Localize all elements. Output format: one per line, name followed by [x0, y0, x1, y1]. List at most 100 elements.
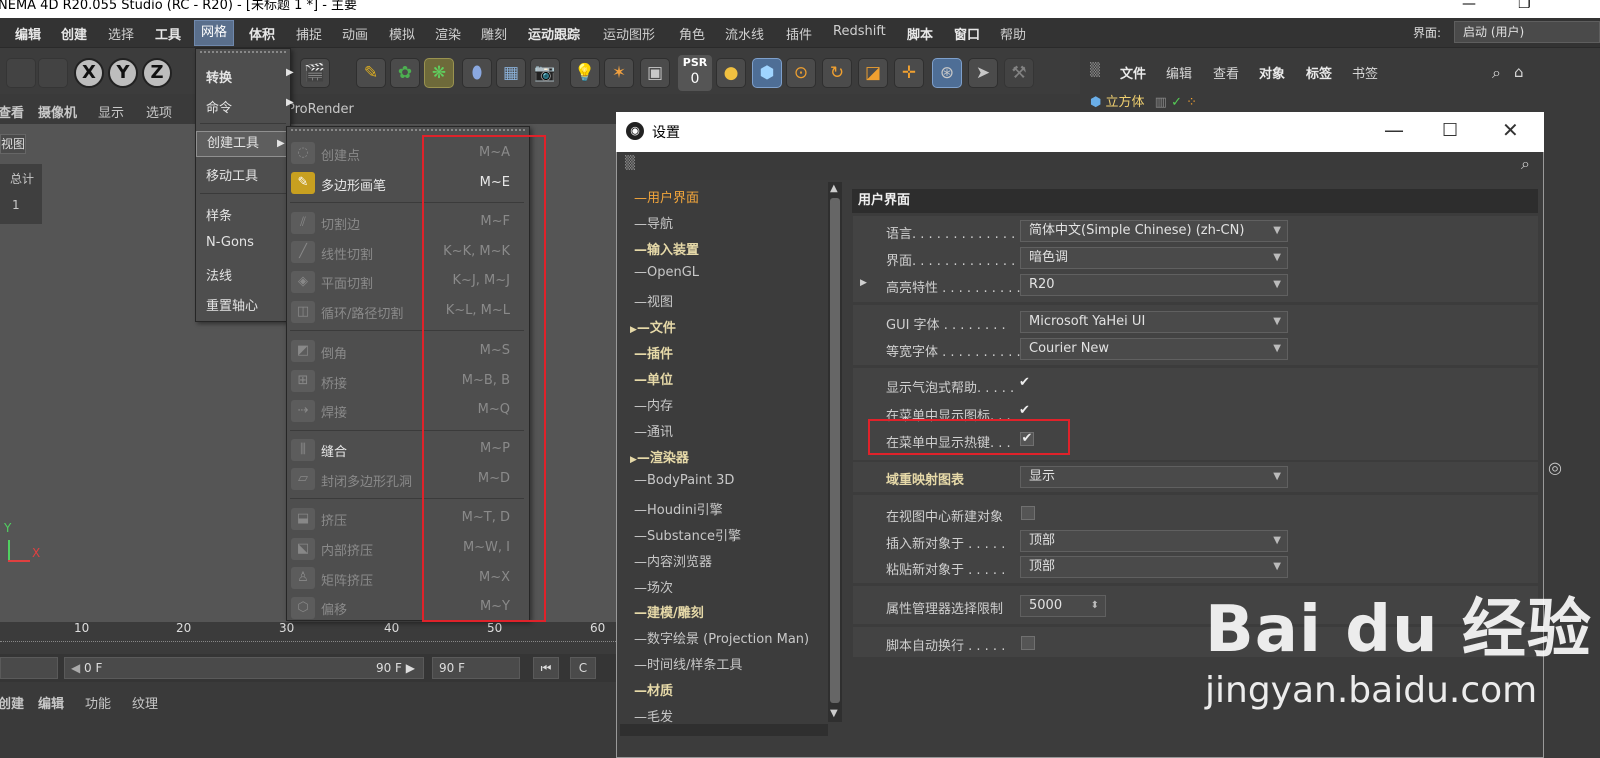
om-menu-edit[interactable]: 编辑: [1166, 63, 1192, 82]
mesh-item-create-tools[interactable]: 创建工具 ▶: [196, 131, 290, 157]
mat-menu-edit[interactable]: 编辑: [38, 693, 64, 712]
frame-range-slider[interactable]: ◀ 0 F 90 F ▶: [64, 657, 424, 679]
undo-button[interactable]: [6, 58, 36, 88]
gui-font-select[interactable]: Microsoft YaHei UI ▼: [1020, 311, 1288, 333]
menu-render[interactable]: 渲染: [435, 24, 461, 43]
enabled-check-icon[interactable]: ✓: [1171, 95, 1182, 110]
light-icon[interactable]: 💡: [570, 58, 600, 88]
y-axis-lock-button[interactable]: Y: [108, 58, 138, 88]
vp-menu-view[interactable]: 查看: [0, 102, 24, 121]
minimize-button[interactable]: —: [1462, 0, 1476, 12]
menu-simulate[interactable]: 模拟: [389, 24, 415, 43]
camera-icon[interactable]: 📷: [530, 58, 560, 88]
tree-scrollbar-thumb[interactable]: [830, 198, 840, 703]
world-axis-icon[interactable]: ●: [716, 58, 746, 88]
tree-item-timeline-spline[interactable]: —时间线/样条工具: [634, 654, 742, 673]
vp-menu-display[interactable]: 显示: [98, 102, 124, 121]
om-menu-tag[interactable]: 标签: [1306, 63, 1332, 82]
vp-menu-prorender[interactable]: ProRender: [287, 102, 354, 117]
menu-icons-checkbox[interactable]: ✔: [1019, 403, 1030, 418]
menu-snap[interactable]: 捕捉: [296, 24, 322, 43]
tree-item-content-browser[interactable]: —内容浏览器: [634, 551, 712, 570]
picture-viewer-icon[interactable]: ▣: [640, 58, 670, 88]
layout-select[interactable]: 启动 (用户): [1454, 21, 1600, 43]
dialog-maximize-button[interactable]: ☐: [1442, 120, 1458, 141]
color-chart-select[interactable]: 显示 ▼: [1020, 466, 1288, 488]
search-icon[interactable]: ⌕: [1492, 63, 1501, 83]
menu-window[interactable]: 窗口: [954, 24, 980, 43]
mograph-icon[interactable]: ❋: [424, 58, 454, 88]
menu-help[interactable]: 帮助: [1000, 24, 1026, 43]
go-to-start-button[interactable]: ⏮: [533, 657, 559, 679]
mono-font-select[interactable]: Courier New ▼: [1020, 338, 1288, 360]
om-menu-view[interactable]: 查看: [1213, 63, 1239, 82]
home-icon[interactable]: ⌂: [1514, 63, 1524, 81]
tree-item-files[interactable]: ▶—文件: [630, 317, 676, 336]
workplane-icon[interactable]: ⚒: [1004, 58, 1034, 88]
psr-button[interactable]: PSR 0: [678, 55, 712, 91]
tree-item-modeling-sculpt[interactable]: —建模/雕刻: [634, 602, 704, 621]
tool-create-point[interactable]: 创建点: [321, 145, 360, 164]
mesh-item-spline[interactable]: 样条▶: [206, 205, 294, 224]
end-frame-field[interactable]: 90 F: [432, 657, 520, 679]
tool-extrude-inner[interactable]: 内部挤压: [321, 540, 373, 559]
mat-menu-create[interactable]: 创建: [0, 693, 24, 712]
tool-plane-cut[interactable]: 平面切割: [321, 273, 373, 292]
mesh-item-ngons[interactable]: N-Gons▶: [206, 235, 294, 250]
dialog-close-button[interactable]: ✕: [1502, 118, 1519, 142]
loop-button[interactable]: C: [570, 657, 596, 679]
tree-item-communication[interactable]: —通讯: [634, 421, 673, 440]
model-mode-icon[interactable]: ⬢: [752, 58, 782, 88]
rotate-icon[interactable]: ↻: [822, 58, 852, 88]
vp-menu-options[interactable]: 选项: [146, 102, 172, 121]
tool-polygon-pen[interactable]: 多边形画笔: [321, 175, 386, 194]
tag-icon[interactable]: ⁘: [1186, 95, 1197, 110]
tree-item-viewport[interactable]: —视图: [634, 291, 673, 310]
tool-line-cut[interactable]: 线性切割: [321, 244, 373, 263]
dialog-minimize-button[interactable]: —: [1384, 118, 1404, 142]
tree-item-houdini[interactable]: —Houdini引擎: [634, 499, 723, 518]
restore-button[interactable]: ❐: [1518, 0, 1531, 12]
z-axis-lock-button[interactable]: Z: [142, 58, 172, 88]
render-settings-icon[interactable]: 🎬: [300, 58, 330, 88]
scroll-down-icon[interactable]: ▼: [830, 708, 838, 719]
tree-horizontal-scrollbar[interactable]: [620, 724, 828, 736]
target-icon[interactable]: ◎: [1548, 458, 1562, 477]
mat-menu-texture[interactable]: 纹理: [132, 693, 158, 712]
menu-character[interactable]: 角色: [679, 24, 705, 43]
script-wrap-checkbox[interactable]: [1021, 636, 1035, 650]
tool-extrude[interactable]: 挤压: [321, 510, 347, 529]
menu-plugins[interactable]: 插件: [786, 24, 812, 43]
tool-bridge[interactable]: 桥接: [321, 373, 347, 392]
tree-item-takes[interactable]: —场次: [634, 577, 673, 596]
move-icon[interactable]: ✛: [894, 58, 924, 88]
tree-item-renderer[interactable]: ▶—渲染器: [630, 447, 689, 466]
paste-select[interactable]: 顶部 ▼: [1020, 556, 1288, 578]
expand-arrow-icon[interactable]: ▶: [860, 278, 867, 288]
x-axis-lock-button[interactable]: X: [74, 58, 104, 88]
tree-item-projection-man[interactable]: —数字绘景 (Projection Man): [634, 628, 809, 647]
visibility-icon[interactable]: ▥: [1155, 95, 1167, 110]
tool-weld[interactable]: 焊接: [321, 402, 347, 421]
scroll-up-icon[interactable]: ▲: [830, 183, 838, 194]
current-frame-field[interactable]: [0, 657, 58, 679]
insert-select[interactable]: 顶部 ▼: [1020, 530, 1288, 552]
tree-item-material[interactable]: —材质: [634, 680, 673, 699]
tool-loop-cut[interactable]: 循环/路径切割: [321, 303, 403, 322]
menu-motion-tracking[interactable]: 运动跟踪: [528, 24, 580, 43]
pen-spline-icon[interactable]: ✎: [356, 58, 386, 88]
live-select-icon[interactable]: ⊙: [786, 58, 816, 88]
pointer-icon[interactable]: ➤: [968, 58, 998, 88]
scheme-select[interactable]: 暗色调 ▼: [1020, 247, 1288, 269]
tool-edge-cut[interactable]: 切割边: [321, 214, 360, 233]
mesh-item-reset-axis[interactable]: 重置轴心▶: [206, 295, 294, 314]
deformer-icon[interactable]: ⬮: [462, 58, 492, 88]
tree-item-units[interactable]: —单位: [634, 369, 673, 388]
attr-limit-field[interactable]: 5000 ⬍: [1020, 595, 1106, 617]
timeline-ruler[interactable]: [0, 622, 620, 654]
redo-button[interactable]: [38, 58, 68, 88]
language-select[interactable]: 简体中文(Simple Chinese) (zh-CN) ▼: [1020, 220, 1288, 242]
tree-item-memory[interactable]: —内存: [634, 395, 673, 414]
tree-item-opengl[interactable]: —OpenGL: [634, 265, 699, 280]
menu-animate[interactable]: 动画: [342, 24, 368, 43]
